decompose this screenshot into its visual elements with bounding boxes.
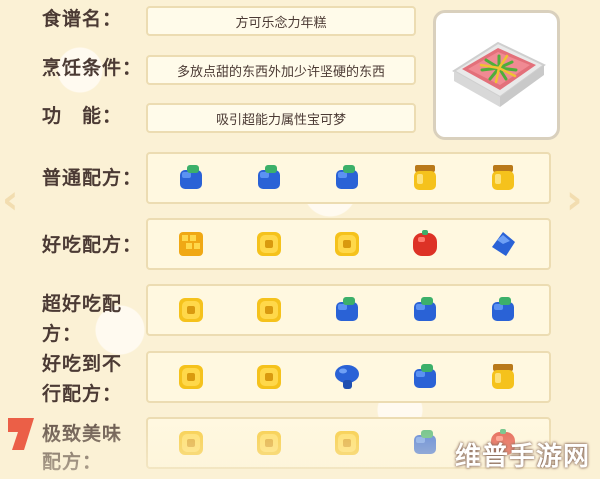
red-berry-icon: [410, 229, 440, 259]
recipe-name-field: 方可乐念力年糕: [146, 6, 416, 36]
honey-pot-icon: [410, 163, 440, 193]
function-field: 吸引超能力属性宝可梦: [146, 103, 416, 133]
condition-label: 烹饪条件：: [42, 57, 143, 79]
blue-berry-icon: [488, 295, 518, 325]
next-arrow-icon[interactable]: ›: [566, 180, 588, 220]
yellow-apricorn-icon: [254, 295, 284, 325]
yellow-apricorn-icon: [176, 295, 206, 325]
tier-label-super-tasty: 超好吃配 方：: [42, 293, 123, 345]
yellow-apricorn-icon: [176, 362, 206, 392]
blue-berry-icon: [410, 362, 440, 392]
tier-label-normal: 普通配方：: [42, 167, 143, 189]
condition-field: 多放点甜的东西外加少许坚硬的东西: [146, 55, 416, 85]
blue-berry-icon: [176, 163, 206, 193]
blue-berry-icon: [254, 163, 284, 193]
function-label: 功 能：: [42, 105, 123, 127]
watermark-text: 维普手游网: [454, 442, 590, 472]
prev-arrow-icon[interactable]: ‹: [2, 180, 24, 220]
blue-berry-icon: [332, 163, 362, 193]
recipe-name-label: 食谱名：: [42, 8, 123, 30]
yellow-apricorn-icon: [332, 428, 362, 458]
blue-gem-berry-icon: [488, 229, 518, 259]
tier-label-tasty: 好吃配方：: [42, 234, 143, 256]
blue-berry-icon: [332, 295, 362, 325]
yellow-apricorn-icon: [254, 428, 284, 458]
honey-pot-icon: [488, 163, 518, 193]
blue-berry-icon: [410, 295, 440, 325]
blue-mushroom-icon: [332, 362, 362, 392]
yellow-apricorn-icon: [254, 362, 284, 392]
dish-image-frame: [433, 10, 560, 140]
honeycomb-icon: [176, 229, 206, 259]
tier-label-ultimate: 极致美味 配方：: [42, 423, 123, 473]
blue-berry-icon: [410, 428, 440, 458]
yellow-apricorn-icon: [254, 229, 284, 259]
mochi-dish-icon: [452, 41, 546, 107]
honey-pot-icon: [488, 362, 518, 392]
yellow-apricorn-icon: [176, 428, 206, 458]
watermark-logo-icon: [8, 418, 34, 450]
yellow-apricorn-icon: [332, 229, 362, 259]
tier-label-extremely-tasty: 好吃到不 行配方：: [42, 353, 123, 405]
